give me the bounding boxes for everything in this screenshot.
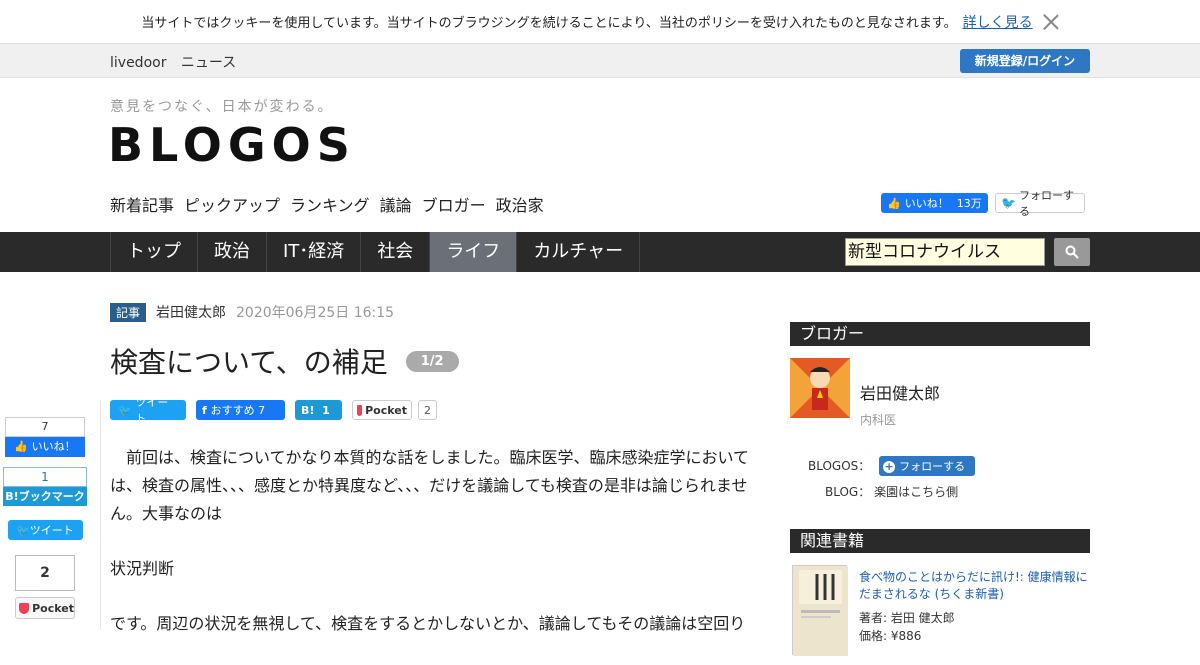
article-share-row: 🐦 ツイート f おすすめ 7 B! 1 Pocket 2 [110,396,447,425]
blogger-name[interactable]: 岩田健太郎 [860,380,940,404]
news-link[interactable]: ニュース [181,55,236,71]
paragraph: 前回は、検査についてかなり本質的な話をしました。臨床医学、臨床感染症学においては… [110,448,750,523]
left-hb-count: 1 [3,467,87,487]
tweet-label: ツイート [135,396,169,425]
top-bar: livedoor ニュース 新規登録/ログイン [0,43,1200,78]
fb-recommend-count: 7 [258,403,266,417]
book-author: 著者: 岩田 健太郎 [859,611,955,625]
brand-links: livedoor ニュース [110,52,246,72]
page-indicator: 1/2 [405,350,459,372]
tweet-button[interactable]: 🐦 ツイート [110,396,186,425]
thumbs-up-icon: 👍 [14,440,32,453]
left-fb-count: 7 [5,417,85,437]
left-fb-like[interactable]: 7 👍 いいね！ [5,417,85,457]
left-pocket-label: Pocket [32,601,74,615]
fb-like-count: 13万 [956,197,982,210]
nav-life[interactable]: ライフ [429,232,517,272]
fb-like-label: いいね！ [904,197,949,210]
subnav-pickup[interactable]: ピックアップ [184,192,280,216]
livedoor-link[interactable]: livedoor [110,55,166,71]
tagline: 意見をつなぐ、日本が変わる。 [110,99,334,115]
subnav-politicians[interactable]: 政治家 [496,192,544,216]
twitter-follow-button[interactable]: 🐦 フォローする [995,189,1085,218]
follow-button[interactable]: + フォローする [879,456,976,476]
left-tweet-label: ツイート [29,524,74,537]
blogger-section-heading: ブロガー [790,322,1090,346]
article-author[interactable]: 岩田健太郎 [156,302,226,322]
left-pocket-count: 2 [15,555,75,591]
paragraph: です。周辺の状況を無視して、検査をするとかしないとか、議論してもその議論は空回り [110,614,746,633]
twitter-bird-icon: 🐦 [118,403,136,417]
subnav-ranking[interactable]: ランキング [290,192,370,216]
nav-it-economy[interactable]: IT･経済 [266,232,360,272]
pocket-count: 2 [418,400,437,420]
blog-name-link[interactable]: 楽園はこちら側 [874,485,958,499]
left-hatena-bookmark[interactable]: 1 B!ブックマーク [3,467,87,507]
facebook-like-button[interactable]: 👍 いいね！ 13万 [881,193,988,213]
article-title: 検査について、の補足 [110,346,388,379]
blogos-follow-row: BLOGOS： + フォローする [808,456,976,476]
thumbs-up-icon: 👍 [887,196,901,210]
left-hb-label: B!ブックマーク [3,487,87,506]
avatar[interactable] [790,358,850,418]
pocket-icon [19,602,30,614]
article-tag: 記事 [110,302,147,322]
article-body: 前回は、検査についてかなり本質的な話をしました。臨床医学、臨床感染症学においては… [110,444,750,665]
left-pocket-button[interactable]: Pocket [15,597,75,619]
cookie-banner: 当サイトではクッキーを使用しています。当サイトのブラウジングを続けることにより、… [0,0,1200,43]
divider [100,400,101,630]
book-cover-art [793,566,848,656]
paragraph: 状況判断 [110,559,175,578]
book-item: 食べ物のことはからだに訊け!: 健康情報にだまされるな (ちくま新書) 著者: … [790,553,1090,656]
left-tweet-button[interactable]: 🐦 ツイート [8,520,83,540]
close-icon[interactable] [1043,14,1059,30]
nav-top[interactable]: トップ [110,232,197,272]
left-fb-label: いいね！ [31,440,76,453]
blogos-label: BLOGOS： [808,459,871,473]
book-title-link[interactable]: 食べ物のことはからだに訊け!: 健康情報にだまされるな (ちくま新書) [859,569,1089,603]
pocket-button[interactable]: Pocket [352,400,412,420]
blogos-logo[interactable]: BLOGOS [108,118,356,172]
blogger-job: 内科医 [860,413,897,427]
sidebar: ブロガー 岩田健太郎 内科医 BLOGOS： + フォローする BLOG： 楽園は… [790,322,1090,656]
search-icon [1065,245,1079,259]
article-title-row: 検査について、の補足 1/2 [110,341,459,381]
books-section-heading: 関連書籍 [790,529,1090,553]
blog-row: BLOG： 楽園はこちら側 [825,483,958,500]
sub-navigation: 新着記事 ピックアップ ランキング 議論 ブロガー 政治家 [110,192,554,216]
nav-culture[interactable]: カルチャー [516,232,641,272]
cookie-text: 当サイトではクッキーを使用しています。当サイトのブラウジングを続けることにより、… [141,16,957,31]
hb-count: 1 [322,403,330,417]
left-fb-button[interactable]: 👍 いいね！ [5,437,85,457]
blog-label: BLOG： [825,485,871,499]
blogger-illustration [790,358,850,418]
register-login-button[interactable]: 新規登録/ログイン [960,49,1090,73]
nav-society[interactable]: 社会 [360,232,429,272]
facebook-icon: f [202,403,211,417]
article-date: 2020年06月25日 16:15 [236,305,395,321]
hatena-bookmark-button[interactable]: B! 1 [295,400,342,420]
article-meta: 記事 岩田健太郎 2020年06月25日 16:15 [110,302,394,322]
pocket-label: Pocket [365,403,407,417]
book-cover[interactable] [792,565,848,656]
pocket-icon [357,404,363,416]
search-input[interactable]: 新型コロナウイルス [845,238,1045,266]
cookie-details-link[interactable]: 詳しく見る [963,12,1033,32]
subnav-new[interactable]: 新着記事 [110,192,174,216]
subnav-bloggers[interactable]: ブロガー [422,192,486,216]
tw-follow-label: フォローする [1018,189,1074,218]
fb-recommend-button[interactable]: f おすすめ 7 [196,400,285,420]
plus-icon: + [883,460,896,473]
follow-label: フォローする [899,460,966,473]
hatena-icon: B! [301,403,323,417]
nav-politics[interactable]: 政治 [197,232,266,272]
search-button[interactable] [1054,238,1090,266]
main-navigation: トップ 政治 IT･経済 社会 ライフ カルチャー 新型コロナウイルス [0,232,1200,272]
twitter-bird-icon: 🐦 [1001,196,1016,210]
blogger-card: 岩田健太郎 内科医 BLOGOS： + フォローする BLOG： 楽園はこちら側 [790,346,1090,506]
twitter-bird-icon: 🐦 [16,523,30,537]
fb-recommend-label: おすすめ [210,404,255,417]
subnav-discussion[interactable]: 議論 [380,192,412,216]
